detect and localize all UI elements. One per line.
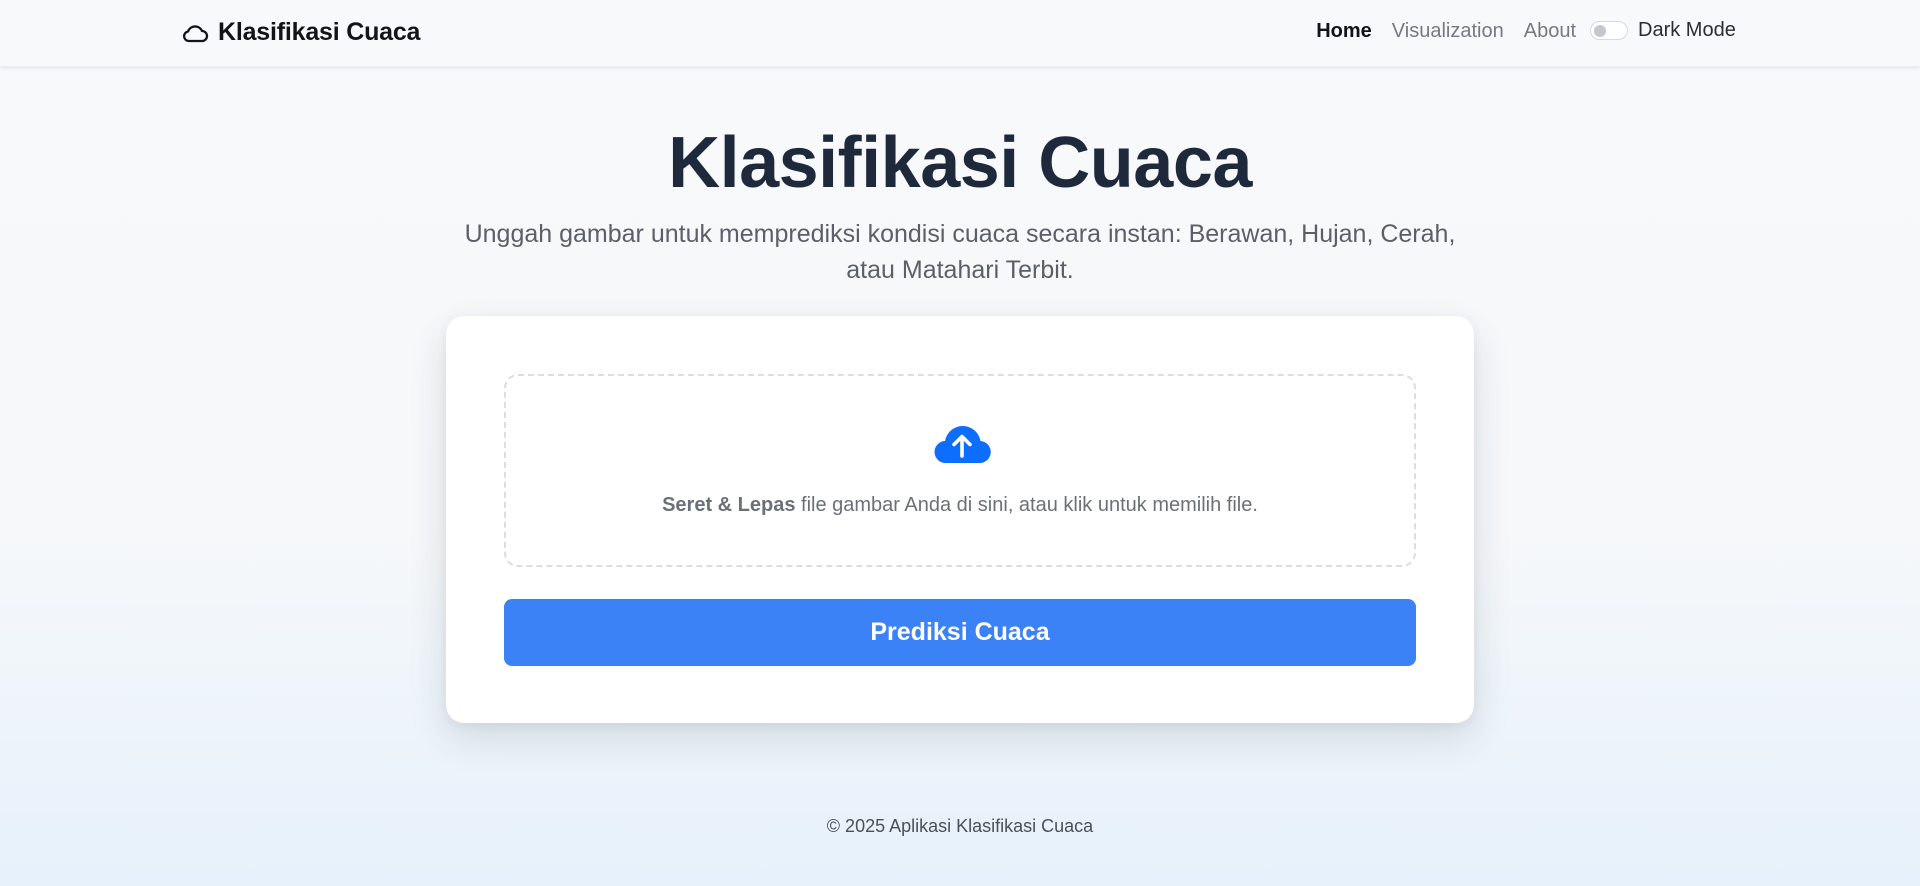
nav-link-about[interactable]: About <box>1524 20 1576 43</box>
brand[interactable]: Klasifikasi Cuaca <box>181 18 420 47</box>
page-title: Klasifikasi Cuaca <box>668 123 1252 203</box>
footer-copyright: © 2025 Aplikasi Klasifikasi Cuaca <box>826 816 1094 836</box>
toggle-knob <box>1594 25 1606 37</box>
cloud-upload-icon <box>934 425 991 464</box>
dropzone-instruction: file gambar Anda di sini, atau klik untu… <box>795 494 1258 516</box>
nav-link-visualization[interactable]: Visualization <box>1392 20 1504 43</box>
upload-card: Seret & Lepas file gambar Anda di sini, … <box>446 316 1474 723</box>
navbar: Klasifikasi Cuaca Home Visualization Abo… <box>0 0 1920 67</box>
file-dropzone[interactable]: Seret & Lepas file gambar Anda di sini, … <box>504 374 1416 567</box>
page-subtitle: Unggah gambar untuk memprediksi kondisi … <box>464 220 1456 284</box>
dark-mode-switch: Dark Mode <box>1590 19 1736 42</box>
nav-links: Home Visualization About <box>1316 20 1576 43</box>
nav-link-home[interactable]: Home <box>1316 20 1372 43</box>
dropzone-text: Seret & Lepas file gambar Anda di sini, … <box>506 494 1414 517</box>
dark-mode-toggle[interactable] <box>1590 21 1628 40</box>
brand-title: Klasifikasi Cuaca <box>218 18 421 46</box>
cloud-icon <box>182 24 209 42</box>
dark-mode-label[interactable]: Dark Mode <box>1638 19 1736 42</box>
dropzone-bold-text: Seret & Lepas <box>662 494 796 516</box>
predict-button[interactable]: Prediksi Cuaca <box>504 599 1416 666</box>
